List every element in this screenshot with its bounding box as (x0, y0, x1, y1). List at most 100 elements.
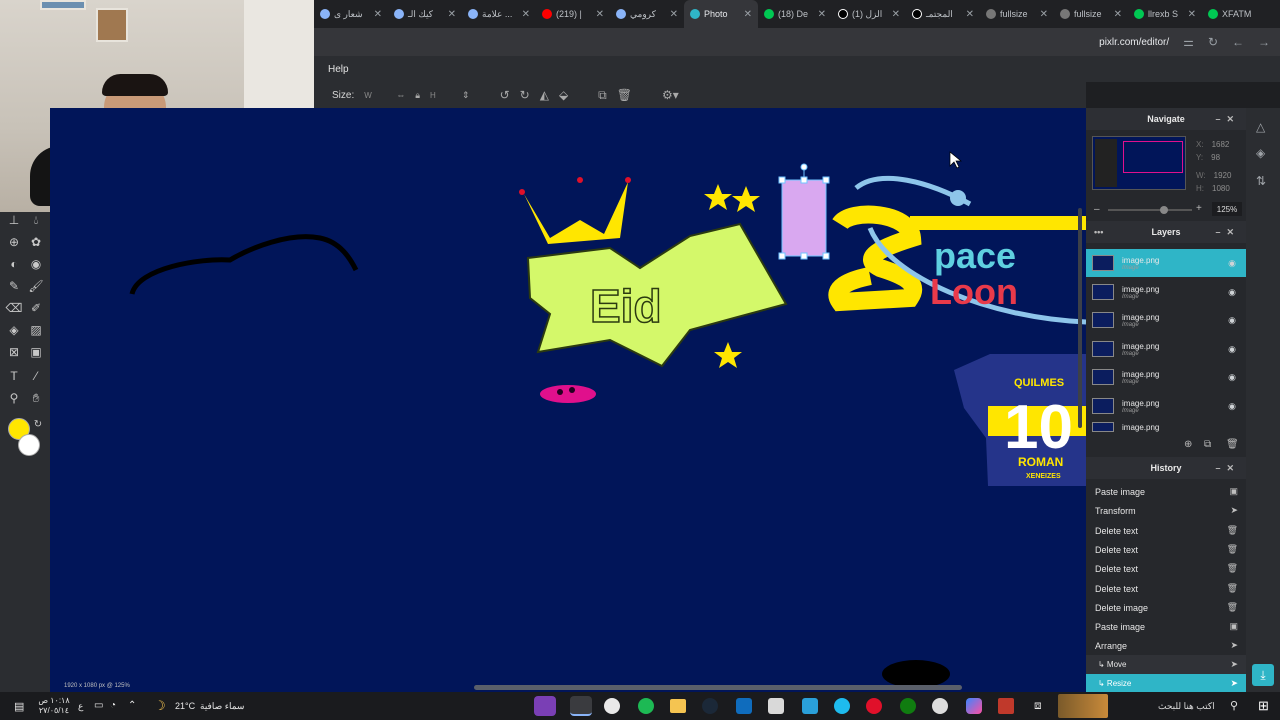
brush-tool-icon[interactable]: 🖌︎ (28, 278, 44, 294)
close-icon[interactable]: ✕ (522, 9, 530, 20)
layer-row[interactable]: image.png Image ◉ (1086, 249, 1246, 277)
zoom-slider[interactable] (1108, 206, 1192, 214)
rotate-left-icon[interactable]: ↺ (500, 88, 510, 102)
browser-tab[interactable]: (1) الزل ✕ (832, 0, 906, 28)
visibility-eye-icon[interactable]: ◉ (1228, 315, 1236, 326)
obs-icon[interactable] (604, 698, 620, 714)
browser-tab[interactable]: علامة ... ✕ (462, 0, 536, 28)
resize-handle[interactable] (778, 252, 786, 260)
windows-start-icon[interactable]: ⊞ (1258, 698, 1269, 714)
vertical-scrollbar[interactable] (1078, 208, 1082, 428)
background-color-swatch[interactable] (18, 434, 40, 456)
stamp-tool-icon[interactable]: ⊥ (6, 212, 22, 228)
settings-gear-icon[interactable]: ⚙▾ (662, 88, 679, 102)
eyedropper-tool-icon[interactable]: ⁄ (28, 368, 44, 384)
layer-row[interactable]: image.png Image ◉ (1086, 363, 1246, 391)
chrome-icon[interactable] (570, 696, 592, 716)
sponge-tool-icon[interactable]: ◉ (28, 256, 44, 272)
reload-icon[interactable]: ↻ (1208, 35, 1218, 49)
browser-tab[interactable]: كرومي ✕ (610, 0, 684, 28)
duplicate-layer-icon[interactable]: ⧉ (1204, 439, 1211, 450)
notifications-icon[interactable]: ▤ (14, 700, 24, 713)
browser-address-bar[interactable]: pixlr.com/editor/ ⚌ ↻ ← → (314, 28, 1280, 56)
app-icon-4[interactable] (998, 698, 1014, 714)
eraser-tool-icon[interactable]: ⌫ (6, 300, 23, 316)
heal-tool-icon[interactable]: ✐ (28, 300, 44, 316)
close-icon[interactable]: ✕ (670, 9, 678, 20)
layers-menu-icon[interactable]: ••• (1094, 227, 1103, 237)
flip-horizontal-icon[interactable]: ◭ (540, 88, 549, 102)
layers-panel-icon[interactable]: ◈ (1256, 146, 1265, 160)
delete-layer-icon[interactable]: 🗑︎ (1226, 439, 1239, 450)
browser-tab-active[interactable]: Photo ✕ (684, 0, 758, 28)
history-item[interactable]: Arrange ➤ (1086, 636, 1246, 655)
height-stepper-icon[interactable]: ⇕ (462, 90, 470, 101)
panel-controls[interactable]: –✕ (1215, 227, 1240, 238)
close-icon[interactable]: ✕ (892, 9, 900, 20)
app-icon-2[interactable] (802, 698, 818, 714)
history-item[interactable]: Paste image ▣ (1086, 617, 1246, 636)
hand-tool-icon[interactable]: ✋︎ (28, 390, 44, 406)
weather-text[interactable]: سماء صافية (200, 701, 244, 712)
close-icon[interactable]: ✕ (1040, 9, 1048, 20)
shape-tool-icon[interactable]: ⊠ (6, 344, 22, 360)
zoom-in-icon[interactable]: + (1196, 203, 1202, 214)
gradient-tool-icon[interactable]: ▨ (28, 322, 44, 338)
download-icon[interactable]: ⤓ (1252, 664, 1274, 686)
close-icon[interactable]: ✕ (818, 9, 826, 20)
forward-icon[interactable]: → (1258, 35, 1270, 49)
browser-tab[interactable]: (219) | ✕ (536, 0, 610, 28)
tune-icon[interactable]: ⚌ (1183, 35, 1194, 49)
layer-row[interactable]: image.png Image ◉ (1086, 278, 1246, 306)
navigator-thumbnail[interactable] (1092, 136, 1186, 190)
resize-handle[interactable] (800, 176, 808, 184)
text-tool-icon[interactable]: T (6, 368, 22, 384)
resize-handle[interactable] (822, 252, 830, 260)
width-stepper-icon[interactable]: ⇔ (396, 90, 405, 100)
zoom-out-icon[interactable]: – (1094, 204, 1100, 215)
weather-temp[interactable]: 21°C (175, 701, 195, 711)
zoom-slider-handle[interactable] (1160, 206, 1168, 214)
grid-tool-icon[interactable]: ⊕ (6, 234, 22, 250)
width-field[interactable]: W (364, 87, 386, 103)
browser-tab[interactable]: المجتمـ ✕ (906, 0, 980, 28)
zoom-tool-icon[interactable]: ⚲ (6, 390, 22, 406)
fill-tool-icon[interactable]: ◈ (6, 322, 22, 338)
close-icon[interactable]: ✕ (596, 9, 604, 20)
panel-controls[interactable]: –✕ (1215, 463, 1240, 474)
lock-ratio-icon[interactable]: 🔒︎ (415, 90, 420, 101)
history-item-selected[interactable]: ↳ Resize ➤ (1086, 674, 1246, 692)
file-explorer-icon[interactable] (670, 699, 686, 713)
layer-row[interactable]: image.png Image ◉ (1086, 306, 1246, 334)
pencil-tool-icon[interactable]: ✎ (6, 278, 22, 294)
pattern-tool-icon[interactable]: ✿ (28, 234, 44, 250)
history-item[interactable]: Delete text 🗑︎ (1086, 559, 1246, 578)
store-icon[interactable] (768, 698, 784, 714)
copilot-icon[interactable] (966, 698, 982, 714)
resize-handle[interactable] (822, 176, 830, 184)
close-icon[interactable]: ✕ (1188, 9, 1196, 20)
history-item[interactable]: Delete text 🗑︎ (1086, 579, 1246, 598)
menu-help[interactable]: Help (328, 64, 349, 75)
horizontal-scrollbar[interactable] (474, 685, 962, 690)
history-item[interactable]: Paste image ▣ (1086, 482, 1246, 501)
height-field[interactable]: H (430, 87, 452, 103)
chevron-up-icon[interactable]: ⌃ (128, 700, 136, 711)
rotate-right-icon[interactable]: ↻ (520, 88, 530, 102)
drop-tool-icon[interactable]: 💧︎ (28, 212, 44, 228)
steam-icon[interactable] (702, 698, 718, 714)
browser-tab[interactable]: كيك الـ ✕ (388, 0, 462, 28)
visibility-eye-icon[interactable]: ◉ (1228, 287, 1236, 298)
history-item[interactable]: Delete text 🗑︎ (1086, 521, 1246, 540)
history-item[interactable]: Transform ➤ (1086, 501, 1246, 520)
cutout-tool-icon[interactable]: ▣ (28, 344, 44, 360)
layer-row[interactable]: image.png Image ◉ (1086, 392, 1246, 420)
browser-tab[interactable]: شعار ی ✕ (314, 0, 388, 28)
history-item[interactable]: ↳ Move ➤ (1086, 655, 1246, 674)
browser-tab[interactable]: llrexb S ✕ (1128, 0, 1202, 28)
resize-handle[interactable] (800, 252, 808, 260)
visibility-eye-icon[interactable]: ◉ (1228, 401, 1236, 412)
image-canvas[interactable]: Eid pace Loon QUILMES 10 ROMAN XENEIZES (50, 108, 1086, 692)
browser-tab[interactable]: (18) De ✕ (758, 0, 832, 28)
clock[interactable]: ١٠:١٨ ص ٢٧/٠٥/١٤ (38, 696, 70, 716)
